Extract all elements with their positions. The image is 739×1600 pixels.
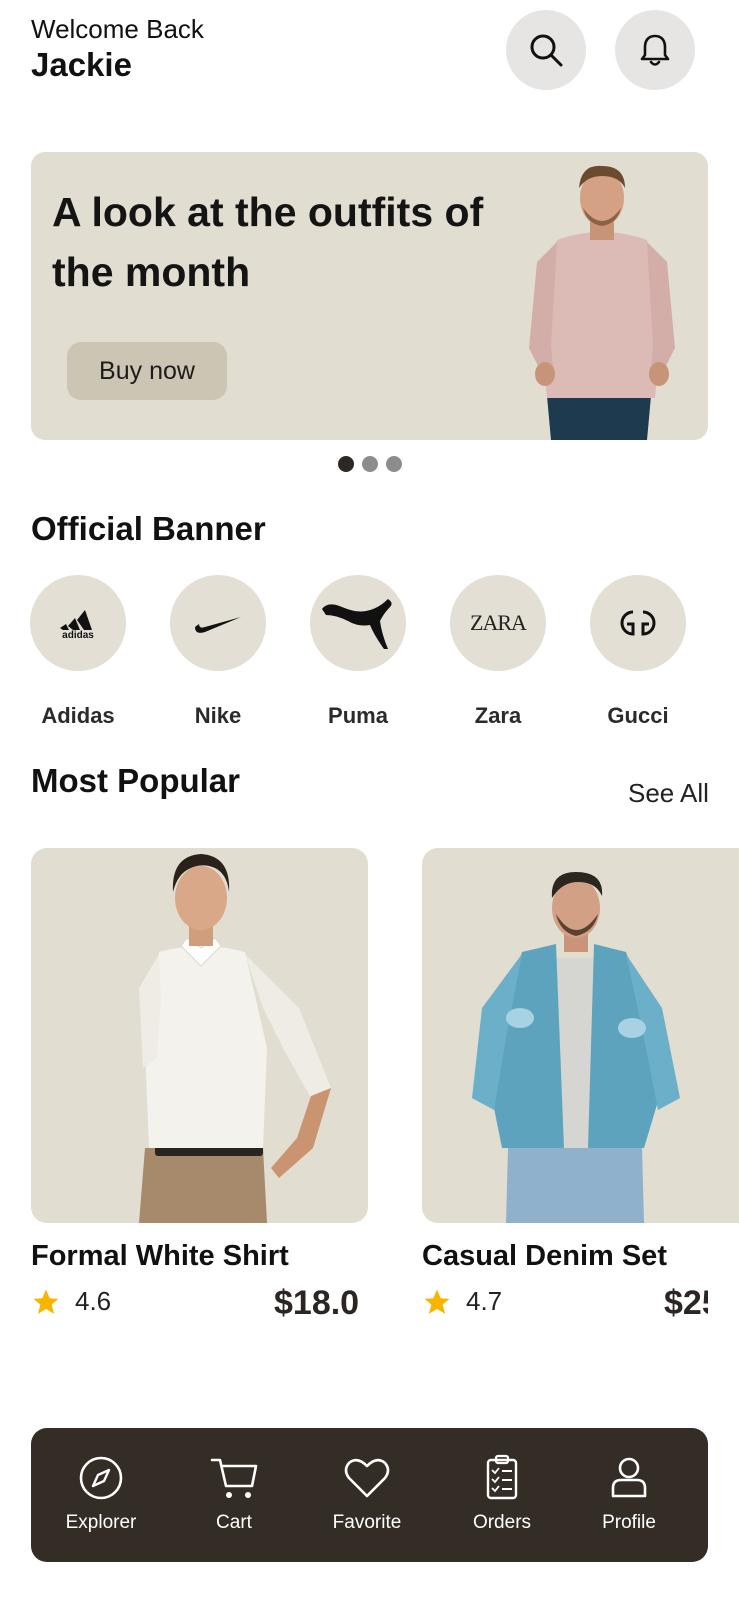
product-price: $25 (664, 1284, 708, 1322)
svg-text:adidas: adidas (62, 630, 94, 640)
puma-cat-icon (322, 599, 392, 649)
carousel-dot-2[interactable] (362, 456, 378, 472)
nav-profile[interactable]: Profile (574, 1452, 684, 1534)
brand-nike[interactable]: Nike (168, 575, 268, 729)
product-name[interactable]: Casual Denim Set (422, 1240, 667, 1273)
nav-label: Orders (472, 1512, 532, 1533)
carousel-dot-3[interactable] (386, 456, 402, 472)
buy-now-button[interactable]: Buy now (67, 342, 227, 400)
bell-icon (640, 34, 670, 66)
star-icon (424, 1289, 450, 1314)
product-image-denim-set[interactable] (422, 848, 739, 1223)
official-banner-title: Official Banner (31, 510, 266, 547)
product-model-image (472, 872, 680, 1223)
clipboard-icon (486, 1454, 518, 1500)
cart-icon (210, 1458, 258, 1498)
user-icon (611, 1457, 647, 1498)
brand-label: Zara (474, 703, 522, 728)
most-popular-title: Most Popular (31, 762, 241, 799)
brand-label: Puma (328, 703, 388, 728)
gucci-logo-icon (620, 610, 656, 636)
star-icon (33, 1289, 59, 1314)
brand-label: Gucci (607, 703, 669, 728)
rating-value: 4.7 (466, 1286, 503, 1316)
nav-label: Profile (602, 1512, 656, 1533)
hero-title: A look at the outfits of the month (52, 189, 484, 295)
brand-puma[interactable]: Puma (308, 575, 408, 729)
product-image-formal-shirt[interactable] (31, 848, 368, 1223)
bottom-navigation: Explorer Cart Favorite Orders Profile (31, 1428, 708, 1562)
carousel-dot-1[interactable] (338, 456, 354, 472)
zara-logo-icon: ZARA (470, 610, 527, 635)
brand-gucci[interactable]: Gucci (588, 575, 688, 729)
hero-banner[interactable]: A look at the outfits of the month Buy n… (31, 152, 708, 440)
product-rating: 4.7 (422, 1286, 502, 1317)
see-all-link[interactable]: See All (628, 778, 709, 809)
product-name[interactable]: Formal White Shirt (31, 1240, 289, 1273)
product-price: $18.0 (274, 1284, 360, 1322)
nav-label: Explorer (65, 1512, 137, 1533)
hero-model-image (529, 165, 675, 440)
brand-zara[interactable]: ZARA Zara (448, 575, 548, 729)
heart-icon (344, 1458, 390, 1498)
notification-button[interactable] (615, 10, 695, 90)
nav-label: Favorite (332, 1512, 402, 1533)
nav-explorer[interactable]: Explorer (46, 1452, 156, 1534)
nike-swoosh-icon (195, 617, 241, 633)
nav-orders[interactable]: Orders (447, 1452, 557, 1534)
product-model-image (139, 854, 331, 1223)
brand-adidas[interactable]: adidas Adidas (28, 575, 128, 729)
welcome-text: Welcome Back (31, 14, 204, 44)
carousel-indicator (338, 456, 402, 472)
compass-icon (79, 1456, 123, 1500)
brand-label: Adidas (41, 703, 115, 728)
nav-favorite[interactable]: Favorite (312, 1452, 422, 1534)
search-icon (530, 34, 563, 67)
nav-label: Cart (216, 1512, 252, 1533)
product-rating: 4.6 (31, 1286, 111, 1317)
search-button[interactable] (506, 10, 586, 90)
brand-label: Nike (194, 703, 242, 728)
username: Jackie (31, 46, 132, 83)
adidas-logo-icon: adidas (60, 610, 94, 640)
nav-cart[interactable]: Cart (179, 1452, 289, 1534)
rating-value: 4.6 (75, 1286, 112, 1316)
